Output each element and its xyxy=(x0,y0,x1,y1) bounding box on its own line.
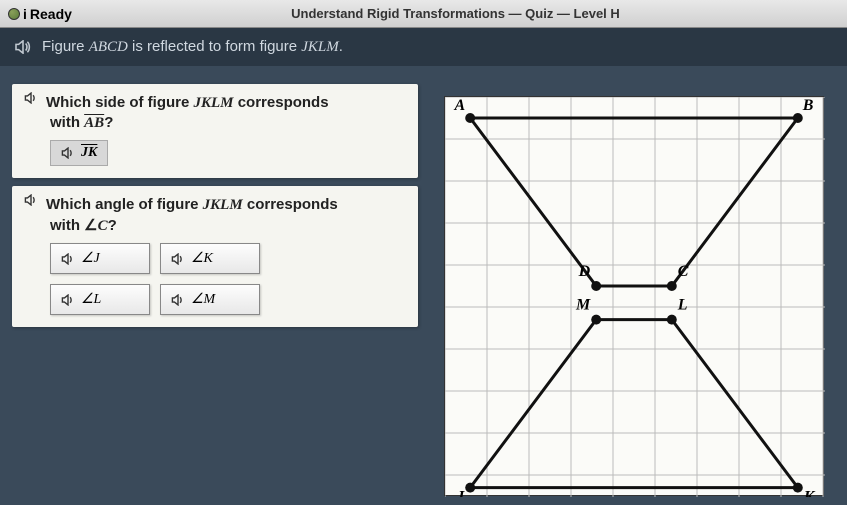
question-2-line2: with ∠C? xyxy=(50,216,406,235)
q2-options: ∠J ∠K ∠L ∠M xyxy=(50,243,406,315)
speaker-icon xyxy=(61,253,75,265)
speaker-icon xyxy=(171,253,185,265)
diagram-panel: A B C DM L K J xyxy=(430,66,847,501)
option-label: ∠K xyxy=(191,250,213,267)
app-header: iReady Understand Rigid Transformations … xyxy=(0,0,847,28)
svg-text:L: L xyxy=(676,297,687,314)
questions-panel: Which side of figure JKLM corresponds wi… xyxy=(0,66,430,501)
speaker-icon[interactable] xyxy=(24,92,38,104)
page-title: Understand Rigid Transformations — Quiz … xyxy=(72,6,839,21)
svg-text:C: C xyxy=(677,263,688,280)
svg-text:A: A xyxy=(453,97,465,114)
intro-text: Figure ABCD is reflected to form figure … xyxy=(42,38,343,56)
svg-text:J: J xyxy=(455,489,465,497)
question-1-header: Which side of figure JKLM corresponds xyxy=(24,92,406,114)
logo-dot-icon xyxy=(8,8,20,20)
content-area: Which side of figure JKLM corresponds wi… xyxy=(0,66,847,501)
option-angle-m[interactable]: ∠M xyxy=(160,284,260,315)
q1-answer-text: JK xyxy=(81,145,97,161)
speaker-icon[interactable] xyxy=(61,147,75,159)
q1-answer-display: JK xyxy=(50,140,108,166)
question-2-line1: Which angle of figure JKLM corresponds xyxy=(46,194,338,216)
brand-prefix: i xyxy=(23,6,27,22)
geometry-diagram: A B C DM L K J xyxy=(444,96,824,496)
speaker-icon[interactable] xyxy=(24,194,38,206)
speaker-icon xyxy=(171,294,185,306)
svg-text:D: D xyxy=(577,263,590,280)
option-label: ∠J xyxy=(81,250,100,267)
option-angle-k[interactable]: ∠K xyxy=(160,243,260,274)
option-angle-j[interactable]: ∠J xyxy=(50,243,150,274)
option-angle-l[interactable]: ∠L xyxy=(50,284,150,315)
svg-text:B: B xyxy=(801,97,813,114)
question-2: Which angle of figure JKLM corresponds w… xyxy=(12,186,418,327)
svg-text:M: M xyxy=(574,297,590,314)
question-1: Which side of figure JKLM corresponds wi… xyxy=(12,84,418,178)
svg-text:K: K xyxy=(802,489,815,497)
brand-logo: iReady xyxy=(8,6,72,22)
question-2-header: Which angle of figure JKLM corresponds xyxy=(24,194,406,216)
option-label: ∠M xyxy=(191,291,215,308)
speaker-icon[interactable] xyxy=(14,40,32,54)
brand-suffix: Ready xyxy=(30,6,72,22)
speaker-icon xyxy=(61,294,75,306)
option-label: ∠L xyxy=(81,291,101,308)
intro-bar: Figure ABCD is reflected to form figure … xyxy=(0,28,847,66)
question-1-line2: with AB? xyxy=(50,114,406,132)
question-1-line1: Which side of figure JKLM corresponds xyxy=(46,92,329,114)
